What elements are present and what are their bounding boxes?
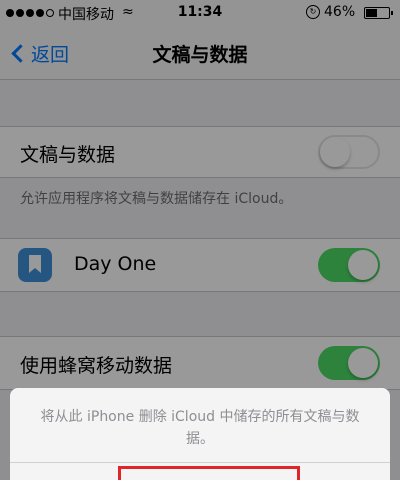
action-sheet: 将从此 iPhone 删除 iCloud 中储存的所有文稿与数据。 <box>10 388 390 480</box>
action-sheet-message: 将从此 iPhone 删除 iCloud 中储存的所有文稿与数据。 <box>40 409 360 447</box>
settings-screen: 中国移动 ≈ 11:34 ↻ 46% 返回 文稿与数据 文稿与数据 允许应用程序… <box>0 0 400 480</box>
sheet-divider <box>10 462 390 463</box>
highlight-annotation-box <box>118 466 300 480</box>
